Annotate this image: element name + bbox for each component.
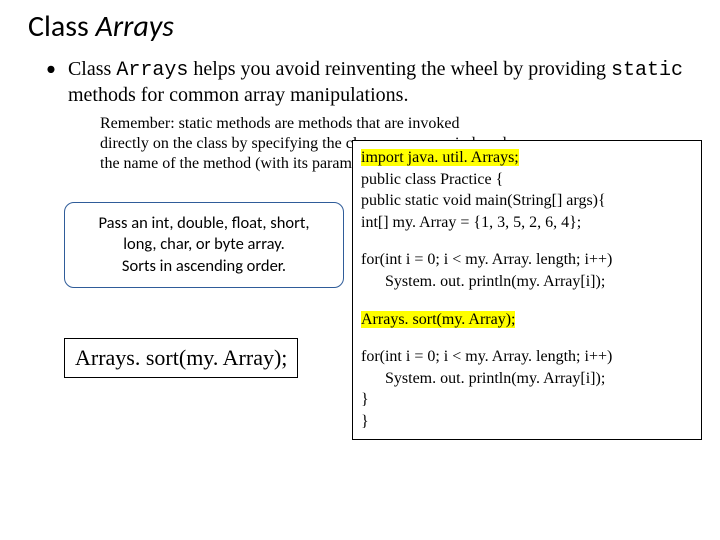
code-line: }	[361, 411, 693, 433]
bullet-code2: static	[611, 59, 683, 82]
code-blank	[361, 330, 693, 346]
code-blank	[361, 233, 693, 249]
code-line: for(int i = 0; i < my. Array. length; i+…	[361, 346, 693, 368]
bullet-mid: helps you avoid reinventing the wheel by…	[188, 58, 611, 80]
callout-line1: Pass an int, double, float, short,	[77, 213, 331, 234]
code-line: import java. util. Arrays;	[361, 147, 693, 169]
code-line: int[] my. Array = {1, 3, 5, 2, 6, 4};	[361, 212, 693, 234]
bullet-marker: •	[46, 57, 56, 108]
code-sort-hl: Arrays. sort(my. Array);	[361, 311, 515, 328]
callout-line2: long, char, or byte array.	[77, 234, 331, 255]
sort-statement-box: Arrays. sort(my. Array);	[64, 338, 298, 378]
callout-line3: Sorts in ascending order.	[77, 256, 331, 277]
content-columns: Pass an int, double, float, short, long,…	[64, 176, 702, 440]
bullet-item: • Class Arrays helps you avoid reinventi…	[46, 57, 702, 108]
code-line: }	[361, 389, 693, 411]
code-line: public class Practice {	[361, 169, 693, 191]
code-blank	[361, 293, 693, 309]
bullet-post: methods for common array manipulations.	[68, 84, 408, 106]
bullet-text: Class Arrays helps you avoid reinventing…	[68, 57, 702, 108]
bullet-pre: Class	[68, 58, 116, 80]
title-plain: Class	[28, 8, 96, 45]
code-line: for(int i = 0; i < my. Array. length; i+…	[361, 249, 693, 271]
title-italic: Arrays	[96, 8, 174, 45]
callout-box: Pass an int, double, float, short, long,…	[64, 202, 344, 288]
code-line: Arrays. sort(my. Array);	[361, 309, 693, 331]
bullet-code1: Arrays	[116, 59, 188, 82]
slide-title: Class Arrays	[28, 8, 702, 45]
code-line: System. out. println(my. Array[i]);	[361, 271, 693, 293]
left-column: Pass an int, double, float, short, long,…	[64, 176, 344, 440]
code-line: System. out. println(my. Array[i]);	[361, 368, 693, 390]
code-box: import java. util. Arrays; public class …	[352, 140, 702, 440]
code-import-hl: import java. util. Arrays;	[361, 149, 519, 166]
code-line: public static void main(String[] args){	[361, 190, 693, 212]
